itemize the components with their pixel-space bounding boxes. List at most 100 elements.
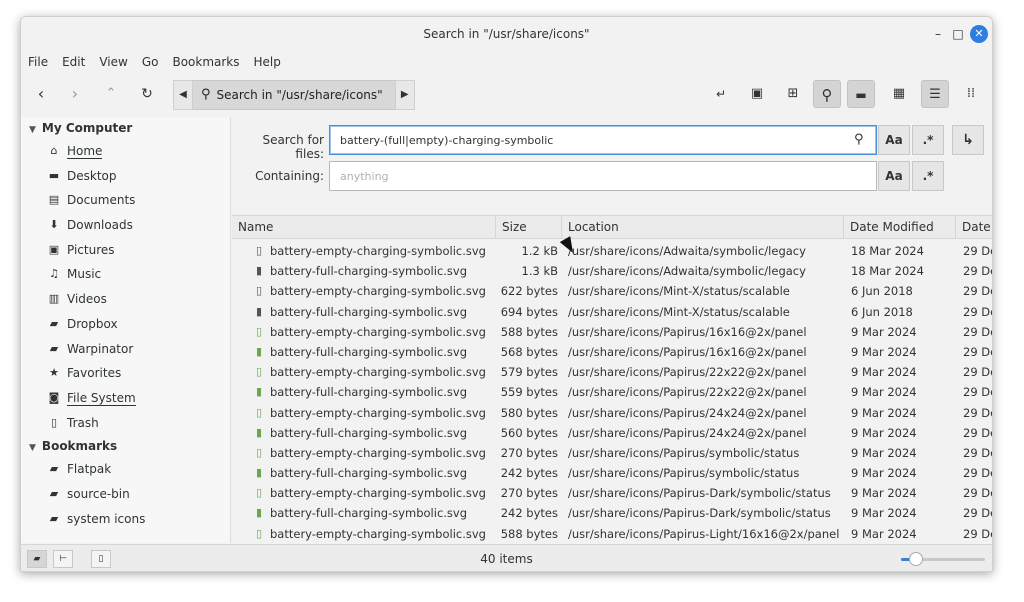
zoom-slider[interactable] <box>901 552 985 566</box>
sidebar-item-home[interactable]: ⌂ Home <box>21 139 230 164</box>
file-name: battery-full-charging-symbolic.svg <box>270 264 468 279</box>
case-sensitive-button[interactable]: Aa <box>878 125 910 155</box>
sidebar-item-pictures[interactable]: ▣ Pictures <box>21 238 230 263</box>
table-row[interactable]: ▯ battery-empty-charging-symbolic.svg 1.2 … <box>232 241 992 261</box>
containing-regex-button[interactable]: .* <box>912 161 944 191</box>
table-row[interactable]: ▮ battery-full-charging-symbolic.svg 559 b… <box>232 382 992 402</box>
sidebar-item-dropbox[interactable]: ▰ Dropbox <box>21 312 230 337</box>
sidebar-item-flatpak[interactable]: ▰ Flatpak <box>21 457 230 482</box>
new-folder-icon[interactable]: ⊞ <box>779 80 807 108</box>
table-row[interactable]: ▯ battery-empty-charging-symbolic.svg 588 … <box>232 524 992 543</box>
toggle-location-entry-icon[interactable]: ▣ <box>743 80 771 108</box>
date-accessed: 29 De <box>963 405 992 420</box>
path-left-arrow-icon[interactable]: ◀ <box>173 80 193 110</box>
table-row[interactable]: ▮ battery-full-charging-symbolic.svg 1.3 k… <box>232 261 992 281</box>
file-location: /usr/share/icons/Adwaita/symbolic/legacy <box>568 244 806 258</box>
sidebar-item-videos[interactable]: ▥ Videos <box>21 287 230 312</box>
sidebar-item-favorites[interactable]: ★ Favorites <box>21 361 230 386</box>
menu-edit[interactable]: Edit <box>55 53 92 73</box>
table-row[interactable]: ▮ battery-full-charging-symbolic.svg 242 b… <box>232 503 992 523</box>
compact-view-icon[interactable]: ⁞⁞ <box>957 80 985 108</box>
table-row[interactable]: ▯ battery-empty-charging-symbolic.svg 270 … <box>232 443 992 463</box>
file-size: 270 bytes <box>500 445 558 460</box>
sidebar-section-header[interactable]: ▼ Bookmarks <box>21 435 230 457</box>
menu-bookmarks[interactable]: Bookmarks <box>165 53 246 73</box>
path-bar: ◀ ⚲ Search in "/usr/share/icons" ▶ <box>173 80 415 110</box>
list-view-icon[interactable]: ☰ <box>921 80 949 108</box>
back-icon[interactable]: ‹ <box>27 80 55 108</box>
menu-view[interactable]: View <box>92 53 134 73</box>
close-icon[interactable]: ✕ <box>970 25 988 43</box>
file-name: battery-full-charging-symbolic.svg <box>270 344 468 359</box>
open-terminal-icon[interactable]: ↵ <box>707 80 735 108</box>
table-row[interactable]: ▮ battery-full-charging-symbolic.svg 242 b… <box>232 463 992 483</box>
svg-file-icon: ▯ <box>255 405 263 419</box>
date-modified: 9 Mar 2024 <box>851 405 917 420</box>
file-size: 579 bytes <box>500 365 558 380</box>
table-row[interactable]: ▮ battery-full-charging-symbolic.svg 560 b… <box>232 423 992 443</box>
zoom-slider-knob[interactable] <box>909 552 924 566</box>
menu-go[interactable]: Go <box>135 53 166 73</box>
file-name: battery-empty-charging-symbolic.svg <box>270 405 486 420</box>
search-files-input[interactable] <box>329 125 877 155</box>
icon-view-icon[interactable]: ▦ <box>885 80 913 108</box>
svg-file-icon: ▮ <box>255 344 263 358</box>
forward-icon[interactable]: › <box>61 80 89 108</box>
sidebar-item-documents[interactable]: ▤ Documents <box>21 188 230 213</box>
file-manager-window: Search in "/usr/share/icons" – □ ✕ File … <box>20 16 993 572</box>
sidebar-section-header[interactable]: ▼ My Computer <box>21 117 230 139</box>
start-search-icon[interactable]: ↳ <box>952 125 984 155</box>
menu-help[interactable]: Help <box>247 53 288 73</box>
sidebar-item-label: Desktop <box>67 168 117 183</box>
up-icon[interactable]: ⌃ <box>97 80 125 108</box>
title-bar[interactable]: Search in "/usr/share/icons" – □ ✕ <box>21 17 992 51</box>
file-location: /usr/share/icons/Papirus-Dark/symbolic/s… <box>568 486 831 501</box>
sidebar-item-music[interactable]: ♫ Music <box>21 262 230 287</box>
regex-button[interactable]: .* <box>912 125 944 155</box>
sidebar-item-source-bin[interactable]: ▰ source-bin <box>21 482 230 507</box>
sidebar-item-desktop[interactable]: ▬ Desktop <box>21 164 230 189</box>
table-row[interactable]: ▯ battery-empty-charging-symbolic.svg 622 … <box>232 281 992 301</box>
expander-icon[interactable]: ▼ <box>29 125 36 135</box>
sidebar-item-file-system[interactable]: ◙ File System <box>21 386 230 411</box>
table-row[interactable]: ▯ battery-empty-charging-symbolic.svg 580 … <box>232 403 992 423</box>
sidebar-item-warpinator[interactable]: ▰ Warpinator <box>21 337 230 362</box>
path-right-arrow-icon[interactable]: ▶ <box>394 80 415 110</box>
containing-input[interactable] <box>329 161 877 191</box>
column-date-modified[interactable]: Date Modified <box>844 216 956 238</box>
svg-file-icon: ▮ <box>255 264 263 278</box>
search-toggle-icon[interactable]: ⚲ <box>813 80 841 108</box>
svg-file-icon: ▮ <box>255 385 263 399</box>
table-row[interactable]: ▮ battery-full-charging-symbolic.svg 568 b… <box>232 342 992 362</box>
svg-file-icon: ▮ <box>255 425 263 439</box>
minimize-icon[interactable]: – <box>929 25 947 43</box>
status-bar: ▰ ⊢ ▯ 40 items <box>21 544 992 571</box>
column-location[interactable]: Location <box>562 216 844 238</box>
sidebar-item-label: Favorites <box>67 366 122 381</box>
path-search-button[interactable]: ⚲ Search in "/usr/share/icons" <box>193 80 395 110</box>
table-row[interactable]: ▯ battery-empty-charging-symbolic.svg 579 … <box>232 362 992 382</box>
file-size: 270 bytes <box>500 486 558 501</box>
table-row[interactable]: ▮ battery-full-charging-symbolic.svg 694 b… <box>232 302 992 322</box>
results-list: ▯ battery-empty-charging-symbolic.svg 1.2 … <box>232 241 992 543</box>
sidebar-item-downloads[interactable]: ⬇ Downloads <box>21 213 230 238</box>
column-size[interactable]: Size <box>496 216 562 238</box>
window-title: Search in "/usr/share/icons" <box>423 27 590 41</box>
sidebar-item-trash[interactable]: ▯ Trash <box>21 411 230 436</box>
file-size: 560 bytes <box>500 425 558 440</box>
containing-case-button[interactable]: Aa <box>878 161 910 191</box>
preview-pane-icon[interactable]: ▬ <box>847 80 875 108</box>
sidebar-item-system-icons[interactable]: ▰ system icons <box>21 507 230 532</box>
reload-icon[interactable]: ↻ <box>133 80 161 108</box>
expander-icon[interactable]: ▼ <box>29 443 36 453</box>
table-row[interactable]: ▯ battery-empty-charging-symbolic.svg 270 … <box>232 483 992 503</box>
column-date[interactable]: Date <box>956 216 992 238</box>
table-row[interactable]: ▯ battery-empty-charging-symbolic.svg 588 … <box>232 322 992 342</box>
trash-icon: ▯ <box>50 415 58 429</box>
menu-file[interactable]: File <box>21 53 55 73</box>
column-name[interactable]: Name <box>232 216 496 238</box>
file-size: 588 bytes <box>500 526 558 541</box>
star-icon: ★ <box>49 366 59 380</box>
svg-file-icon: ▯ <box>255 486 263 500</box>
maximize-icon[interactable]: □ <box>949 25 967 43</box>
